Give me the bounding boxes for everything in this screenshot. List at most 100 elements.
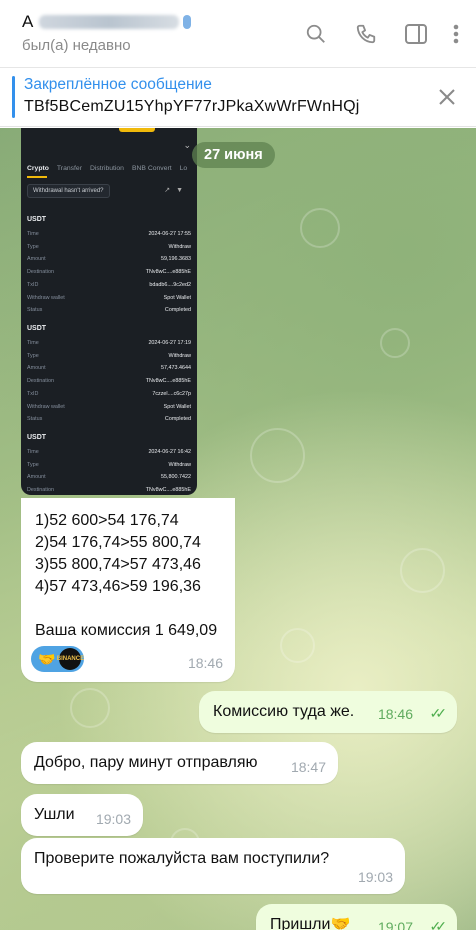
screenshot-row-key: Amount [27,365,46,372]
pinned-accent-bar [12,76,15,118]
message-bubble-incoming[interactable]: 1)52 600>54 176,74 2)54 176,74>55 800,74… [21,498,235,682]
screenshot-tab-underline [27,176,47,178]
screenshot-row-key: Time [27,449,39,455]
screenshot-record-row: Type Withdraw [27,350,191,363]
pinned-label: Закреплённое сообщение [24,76,212,93]
message-text: Пришли🤝 [270,916,351,930]
more-icon[interactable] [448,20,464,48]
wallpaper-doodle [300,208,340,248]
message-text: Комиссию туда же. [213,703,355,720]
phone-icon[interactable] [348,20,384,48]
screenshot-record: USDT Time 2024-06-27 16:42 Type Withdraw Amou… [27,434,191,495]
sidebar-icon[interactable] [398,20,434,48]
screenshot-row-value: Spot Wallet [163,294,191,301]
screenshot-record-row: Amount 55,800.7422 [27,471,191,484]
screenshot-record-row: Type Withdraw [27,241,191,254]
screenshot-row-value: TNv8wC....e885hE [145,378,191,385]
message-text: Проверите пожалуйста вам поступили? [34,850,330,867]
screenshot-record-row: TxID 7czzel....c6c27p [27,388,191,401]
screenshot-row-value: Spot Wallet [163,403,191,410]
message-text: Ушли [34,806,75,823]
screenshot-record-row: Destination TNv8wC....e885hE [27,266,191,279]
chevron-down-icon: ⌄ [183,140,191,150]
screenshot-row-value: 7czzel....c6c27p [152,390,191,397]
screenshot-row-key: TxID [27,281,39,288]
blurred-name [39,15,180,29]
message-line-blank [35,598,217,620]
message-bubble-incoming[interactable]: Добро, пару минут отправляю 18:47 [21,742,338,784]
message-time: 19:03 [357,869,393,885]
message-line: 3)55 800,74>57 473,46 [35,556,201,573]
screenshot-row-value: Withdraw [168,352,191,359]
chat-area[interactable]: ⌄ Crypto Transfer Distribution BNB Conve… [0,128,476,930]
message-bubble-outgoing[interactable]: Комиссию туда же. 18:46 ✓✓ [199,691,457,733]
screenshot-record-coin: USDT [27,216,47,223]
screenshot-record-row: TxID bdadb6....9c2ed2 [27,279,191,292]
close-icon[interactable] [436,86,458,108]
screenshot-record: USDT Time 2024-06-27 17:19 Type Withdraw Amou… [27,325,191,426]
pinned-text[interactable]: TBf5BCemZU15YhpYF77rJPkaXwWrFWnHQj [24,98,359,116]
message-time: 18:46 [187,655,223,671]
screenshot-row-key: Withdraw wallet [27,403,65,410]
screenshot-row-value: Completed [164,307,191,314]
screenshot-record-row: Time 2024-06-27 17:55 [27,228,191,241]
screenshot-tab: Crypto [27,165,49,172]
wallpaper-doodle [250,428,305,483]
wallpaper-doodle [400,548,445,593]
screenshot-row-value: bdadb6....9c2ed2 [149,281,191,288]
screenshot-row-key: Destination [27,487,54,494]
search-icon[interactable] [298,20,334,48]
screenshot-row-value: Withdraw [168,243,191,250]
screenshot-row-value: 55,800.7422 [161,474,191,481]
chat-title[interactable]: A [22,12,33,32]
message-line: 4)57 473,46>59 196,36 [35,578,201,595]
chat-title-row[interactable]: A [22,12,192,32]
screenshot-record-row: Type Withdraw [27,459,191,472]
screenshot-record-row: Status Completed [27,413,191,426]
wallpaper-doodle [380,328,410,358]
screenshot-row-key: Type [27,243,39,250]
screenshot-tab: Transfer [56,165,82,172]
reaction-chip[interactable]: 🤝 BINANCE [31,646,85,672]
screenshot-record-row: Withdraw wallet Spot Wallet [27,401,191,414]
message-bubble-incoming[interactable]: Проверите пожалуйста вам поступили? 19:0… [21,838,405,894]
double-check-icon: ✓✓ [429,918,448,930]
double-check-icon: ✓✓ [429,705,448,721]
message-time: 19:07 [377,919,413,930]
screenshot-record: USDT Time 2024-06-27 17:55 Type Withdraw Amou… [27,216,191,317]
verified-icon [183,15,192,29]
image-message-screenshot[interactable]: ⌄ Crypto Transfer Distribution BNB Conve… [21,128,197,495]
screenshot-row-value: 2024-06-27 17:19 [148,340,191,346]
screenshot-row-key: Status [27,416,43,423]
message-bubble-incoming[interactable]: Ушли 19:03 [21,794,143,836]
message-line: Ваша комиссия 1 649,09 [35,622,218,639]
screenshot-record-row: Withdraw wallet Spot Wallet [27,292,191,305]
avatar: BINANCE [57,648,84,670]
screenshot-tab: Distribution [89,165,124,172]
screenshot-tab: Lo [179,165,188,172]
screenshot-record-row: Time 2024-06-27 16:42 [27,446,191,459]
message-bubble-outgoing[interactable]: Пришли🤝 19:07 ✓✓ [256,904,457,930]
screenshot-record-row: Destination TNv8wC....e885hE [27,375,191,388]
pinned-message-bar[interactable]: Закреплённое сообщение TBf5BCemZU15YhpYF… [0,68,476,127]
screenshot-record-row: Destination TNv8wC....e885hE [27,484,191,495]
message-time: 18:46 [377,706,413,722]
wallpaper-doodle [280,628,315,663]
screenshot-top-chip [119,128,155,132]
screenshot-row-value: Completed [164,416,191,423]
screenshot-row-value: 2024-06-27 16:42 [148,449,191,455]
screenshot-row-key: Type [27,352,39,359]
chat-header: A был(а) недавно [0,0,476,68]
date-separator: 27 июня [192,142,275,168]
screenshot-record-row: Status Completed [27,304,191,317]
screenshot-withdrawal-button: Withdrawal hasn't arrived? [27,184,110,198]
screenshot-row-key: Type [27,461,39,468]
screenshot-row-value: 57,473.4644 [161,365,191,372]
last-seen-status: был(а) недавно [22,37,131,54]
message-text: Добро, пару минут отправляю [34,754,258,771]
screenshot-row-value: 2024-06-27 17:55 [148,231,191,237]
screenshot-row-value: Withdraw [168,461,191,468]
screenshot-row-key: Time [27,340,39,346]
screenshot-row-key: Destination [27,269,54,276]
screenshot-tool-icons: ↗▼ [164,187,189,194]
